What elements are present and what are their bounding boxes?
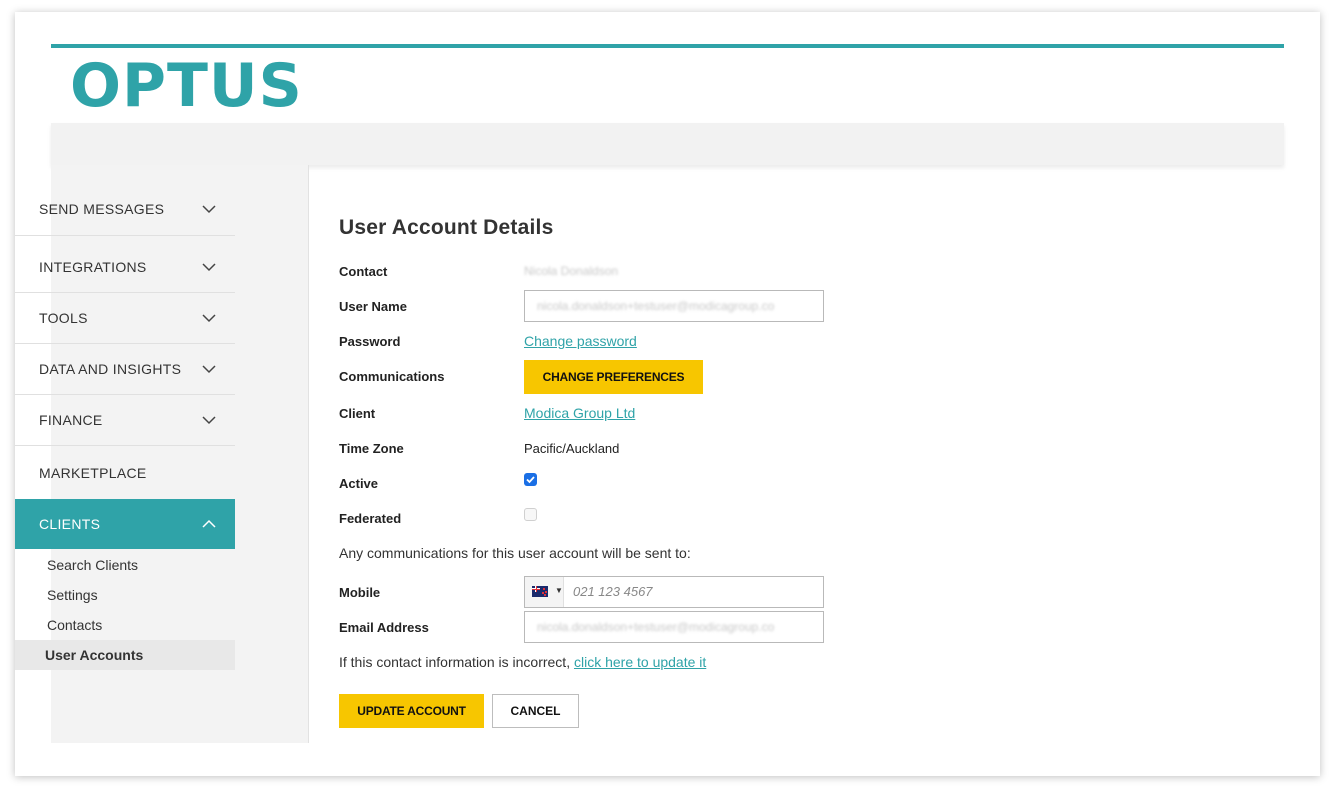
timezone-label: Time Zone <box>339 441 404 456</box>
update-contact-link[interactable]: click here to update it <box>574 654 706 670</box>
header-band <box>51 123 1284 165</box>
sidebar-item-tools[interactable]: TOOLS <box>15 293 235 344</box>
email-field[interactable]: nicola.donaldson+testuser@modicagroup.co <box>524 611 824 643</box>
email-value: nicola.donaldson+testuser@modicagroup.co <box>537 620 775 634</box>
sidebar-item-label: CLIENTS <box>39 516 101 532</box>
username-field[interactable]: nicola.donaldson+testuser@modicagroup.co <box>524 290 824 322</box>
page-title: User Account Details <box>339 216 554 239</box>
chevron-up-icon <box>202 519 216 528</box>
sidebar-item-data-and-insights[interactable]: DATA AND INSIGHTS <box>15 344 235 395</box>
sidebar-item-label: FINANCE <box>39 412 103 428</box>
nz-flag-icon <box>532 586 548 597</box>
client-label: Client <box>339 406 376 421</box>
change-password-link[interactable]: Change password <box>524 333 637 349</box>
sidebar-item-clients[interactable]: CLIENTS <box>15 499 235 549</box>
sidebar-item-finance[interactable]: FINANCE <box>15 395 235 446</box>
contact-label: Contact <box>339 264 388 279</box>
sidebar-item-integrations[interactable]: INTEGRATIONS <box>15 241 235 293</box>
sidebar-item-label: DATA AND INSIGHTS <box>39 361 182 377</box>
sidebar-item-label: INTEGRATIONS <box>39 258 147 275</box>
federated-label: Federated <box>339 511 402 526</box>
sidebar-subitem-settings[interactable]: Settings <box>15 580 235 610</box>
mobile-placeholder: 021 123 4567 <box>573 584 653 599</box>
cancel-button[interactable]: CANCEL <box>492 694 579 728</box>
change-preferences-button[interactable]: CHANGE PREFERENCES <box>524 360 703 394</box>
checkmark-icon <box>526 476 535 484</box>
chevron-down-icon <box>202 365 216 374</box>
header-accent-rule <box>51 44 1284 48</box>
chevron-down-icon <box>202 314 216 323</box>
optus-logo: OPTUS <box>70 51 303 121</box>
sidebar-item-label: MARKETPLACE <box>39 465 147 481</box>
update-account-button[interactable]: UPDATE ACCOUNT <box>339 694 484 728</box>
chevron-down-icon <box>202 205 216 214</box>
username-value: nicola.donaldson+testuser@modicagroup.co <box>537 299 775 313</box>
federated-checkbox[interactable] <box>524 508 537 521</box>
sidebar-item-marketplace[interactable]: MARKETPLACE <box>15 447 235 499</box>
sidebar-item-label: SEND MESSAGES <box>39 201 165 217</box>
email-label: Email Address <box>339 620 429 635</box>
mobile-label: Mobile <box>339 585 381 600</box>
incorrect-info-note: If this contact information is incorrect… <box>339 654 706 670</box>
password-label: Password <box>339 334 401 349</box>
active-checkbox[interactable] <box>524 473 537 486</box>
mobile-input[interactable] <box>524 576 824 608</box>
communications-label: Communications <box>339 369 445 384</box>
sidebar-item-send-messages[interactable]: SEND MESSAGES <box>15 183 235 236</box>
caret-down-icon: ▼ <box>555 586 563 595</box>
contact-value: Nicola Donaldson <box>524 264 619 278</box>
comms-note: Any communications for this user account… <box>339 545 691 561</box>
sidebar-subitem-user-accounts[interactable]: User Accounts <box>15 640 235 670</box>
sidebar-item-label: TOOLS <box>39 310 88 326</box>
active-label: Active <box>339 476 379 491</box>
sidebar-subitem-search-clients[interactable]: Search Clients <box>15 550 235 580</box>
chevron-down-icon <box>202 416 216 425</box>
client-link[interactable]: Modica Group Ltd <box>524 405 635 421</box>
chevron-down-icon <box>202 262 216 271</box>
incorrect-info-text: If this contact information is incorrect… <box>339 654 571 670</box>
username-label: User Name <box>339 299 407 314</box>
country-divider <box>563 577 564 607</box>
sidebar-subitem-contacts[interactable]: Contacts <box>15 610 235 640</box>
timezone-value: Pacific/Auckland <box>524 441 620 456</box>
